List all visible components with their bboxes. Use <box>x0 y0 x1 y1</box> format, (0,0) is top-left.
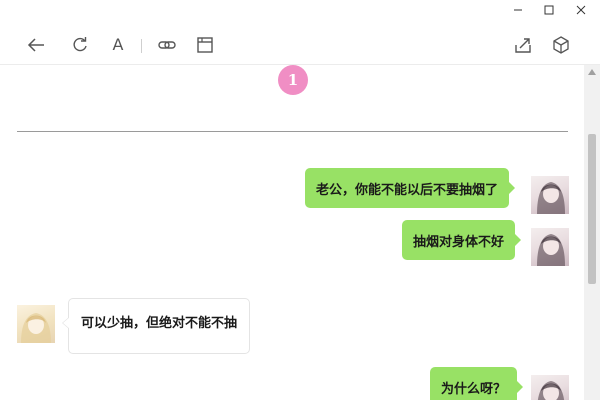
back-button[interactable] <box>25 34 47 56</box>
page-number-badge: 1 <box>278 65 308 95</box>
message-text: 可以少抽，但绝对不能不抽 <box>81 316 238 331</box>
link-icon <box>158 41 176 49</box>
anime-avatar-image <box>537 182 565 214</box>
refresh-icon <box>73 37 87 52</box>
close-icon <box>576 5 586 15</box>
font-button[interactable]: A <box>107 34 129 56</box>
chat-content: 1 老公，你能不能以后不要抽烟了 抽烟对身体不好 可以少抽，但绝对不能不抽 为什… <box>0 65 584 400</box>
message-text: 老公，你能不能以后不要抽烟了 <box>316 182 499 198</box>
message-text: 抽烟对身体不好 <box>413 234 505 250</box>
window-icon <box>197 37 213 53</box>
share-button[interactable] <box>512 34 534 56</box>
toolbar: A <box>0 22 600 65</box>
minimize-button[interactable] <box>503 0 533 20</box>
scroll-up-button[interactable] <box>584 65 600 79</box>
chat-bubble-received: 可以少抽，但绝对不能不抽 <box>61 298 251 354</box>
font-icon: A <box>112 35 124 54</box>
link-button[interactable] <box>156 34 178 56</box>
divider <box>17 131 568 132</box>
title-bar <box>0 0 600 22</box>
anime-avatar-image <box>21 313 51 343</box>
back-arrow-icon <box>27 38 44 52</box>
scroll-up-arrow-icon <box>588 69 596 75</box>
chat-bubble-sent: 抽烟对身体不好 <box>402 220 522 260</box>
avatar[interactable] <box>17 305 55 343</box>
cube-icon <box>553 36 569 54</box>
window-button[interactable] <box>194 34 216 56</box>
cube-button[interactable] <box>550 34 572 56</box>
message-text: 为什么呀？ <box>441 381 507 397</box>
avatar[interactable] <box>531 176 569 214</box>
anime-avatar-image <box>537 234 565 266</box>
chat-bubble-sent: 为什么呀？ <box>430 367 524 400</box>
app-window: A 1 老公，你能不能以后不要抽烟了 抽烟对身体不好 可以少抽，但绝对不能不抽 … <box>0 0 600 400</box>
anime-avatar-image <box>537 381 565 400</box>
chat-bubble-sent: 老公，你能不能以后不要抽烟了 <box>305 168 516 208</box>
minimize-icon <box>514 9 522 11</box>
scrollbar-thumb[interactable] <box>588 134 596 284</box>
avatar[interactable] <box>531 228 569 266</box>
vertical-scrollbar[interactable] <box>584 65 600 400</box>
share-icon <box>515 38 531 53</box>
refresh-button[interactable] <box>69 34 91 56</box>
toolbar-separator <box>141 39 142 53</box>
maximize-button[interactable] <box>534 0 564 20</box>
avatar[interactable] <box>531 375 569 400</box>
maximize-icon <box>544 5 554 15</box>
close-button[interactable] <box>566 0 596 20</box>
